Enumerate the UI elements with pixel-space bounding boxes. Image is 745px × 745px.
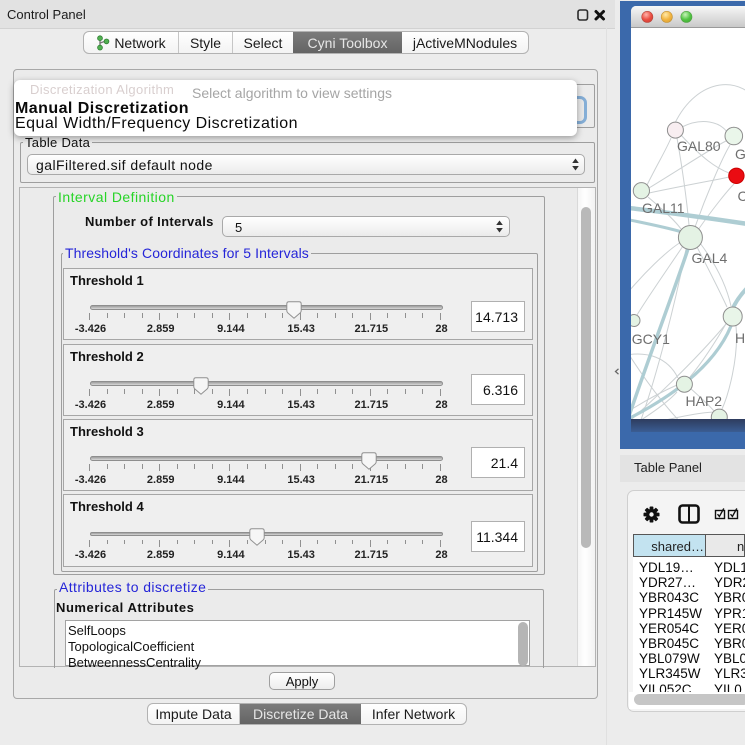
svg-text:C: C: [738, 188, 745, 204]
svg-text:GA: GA: [735, 146, 745, 162]
svg-text:GAL4: GAL4: [692, 250, 728, 266]
svg-text:H: H: [735, 330, 745, 346]
svg-text:GCY1: GCY1: [632, 331, 670, 347]
svg-text:GAL80: GAL80: [677, 138, 721, 154]
svg-text:HAP2: HAP2: [686, 393, 723, 409]
svg-text:GAL11: GAL11: [642, 200, 685, 216]
